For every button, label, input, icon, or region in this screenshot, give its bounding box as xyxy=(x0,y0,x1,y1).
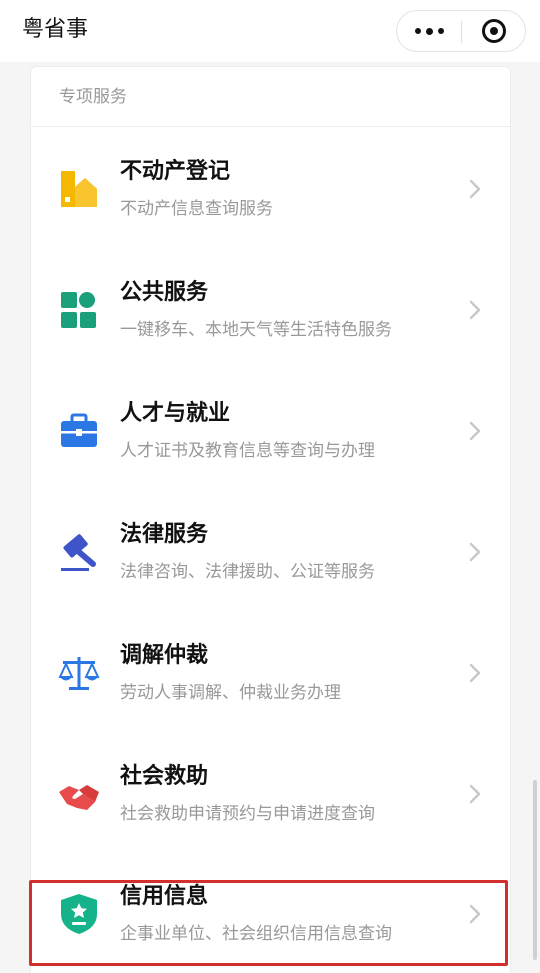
handshake-icon xyxy=(59,785,99,810)
list-item-mediation-arbitration[interactable]: 调解仲裁 劳动人事调解、仲裁业务办理 xyxy=(31,613,512,733)
chevron-right-icon xyxy=(469,663,481,683)
chevron-right-icon xyxy=(469,300,481,320)
list-item-social-assistance[interactable]: 社会救助 社会救助申请预约与申请进度查询 xyxy=(31,734,512,854)
scrollbar[interactable] xyxy=(533,780,537,960)
more-dots-icon[interactable] xyxy=(397,11,461,51)
item-title: 调解仲裁 xyxy=(120,643,209,668)
special-services-card: 专项服务 不动产登记 不动产信息查询服务 公共服务 一键移车、本地天气等生活特色… xyxy=(30,66,511,973)
item-desc: 企事业单位、社会组织信用信息查询 xyxy=(120,924,392,944)
chevron-right-icon xyxy=(469,542,481,562)
item-title: 信用信息 xyxy=(120,884,209,909)
item-desc: 不动产信息查询服务 xyxy=(120,199,273,219)
shield-star-icon xyxy=(61,894,97,934)
list-item-talent-employment[interactable]: 人才与就业 人才证书及教育信息等查询与办理 xyxy=(31,371,512,491)
title-bar: 粤省事 xyxy=(0,0,540,62)
house-icon xyxy=(61,171,97,207)
mini-program-capsule xyxy=(396,10,526,52)
item-desc: 一键移车、本地天气等生活特色服务 xyxy=(120,320,392,340)
chevron-right-icon xyxy=(469,179,481,199)
item-title: 公共服务 xyxy=(120,280,209,305)
item-desc: 劳动人事调解、仲裁业务办理 xyxy=(120,683,341,703)
item-title: 社会救助 xyxy=(120,764,209,789)
item-desc: 人才证书及教育信息等查询与办理 xyxy=(120,441,375,461)
chevron-right-icon xyxy=(469,784,481,804)
item-title: 不动产登记 xyxy=(120,159,231,184)
grid-apps-icon xyxy=(61,292,96,328)
section-title: 专项服务 xyxy=(31,67,510,127)
gavel-icon xyxy=(61,534,96,571)
item-desc: 法律咨询、法律援助、公证等服务 xyxy=(120,562,375,582)
briefcase-icon xyxy=(61,413,97,447)
app-title: 粤省事 xyxy=(22,17,89,42)
item-desc: 社会救助申请预约与申请进度查询 xyxy=(120,804,375,824)
target-close-icon[interactable] xyxy=(462,11,526,51)
chevron-right-icon xyxy=(469,421,481,441)
list-item-real-estate[interactable]: 不动产登记 不动产信息查询服务 xyxy=(31,129,512,249)
list-item-legal-services[interactable]: 法律服务 法律咨询、法律援助、公证等服务 xyxy=(31,492,512,612)
item-title: 人才与就业 xyxy=(120,401,231,426)
chevron-right-icon xyxy=(469,904,481,924)
scales-icon xyxy=(58,657,100,690)
list-item-public-services[interactable]: 公共服务 一键移车、本地天气等生活特色服务 xyxy=(31,250,512,370)
item-title: 法律服务 xyxy=(120,522,209,547)
list-item-credit-info[interactable]: 信用信息 企事业单位、社会组织信用信息查询 xyxy=(31,854,512,973)
